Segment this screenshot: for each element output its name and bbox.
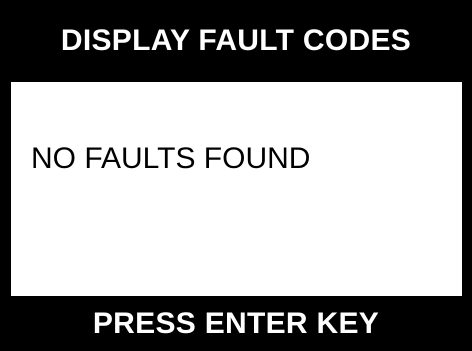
key-prompt: PRESS ENTER KEY — [92, 306, 380, 340]
screen-title: DISPLAY FAULT CODES — [60, 24, 412, 57]
footer-bar: PRESS ENTER KEY — [0, 296, 472, 351]
fault-status-message: NO FAULTS FOUND — [31, 142, 311, 175]
header-bar: DISPLAY FAULT CODES — [0, 0, 472, 82]
fault-code-display-screen: DISPLAY FAULT CODES NO FAULTS FOUND PRES… — [0, 0, 472, 351]
message-area: NO FAULTS FOUND — [11, 82, 462, 296]
